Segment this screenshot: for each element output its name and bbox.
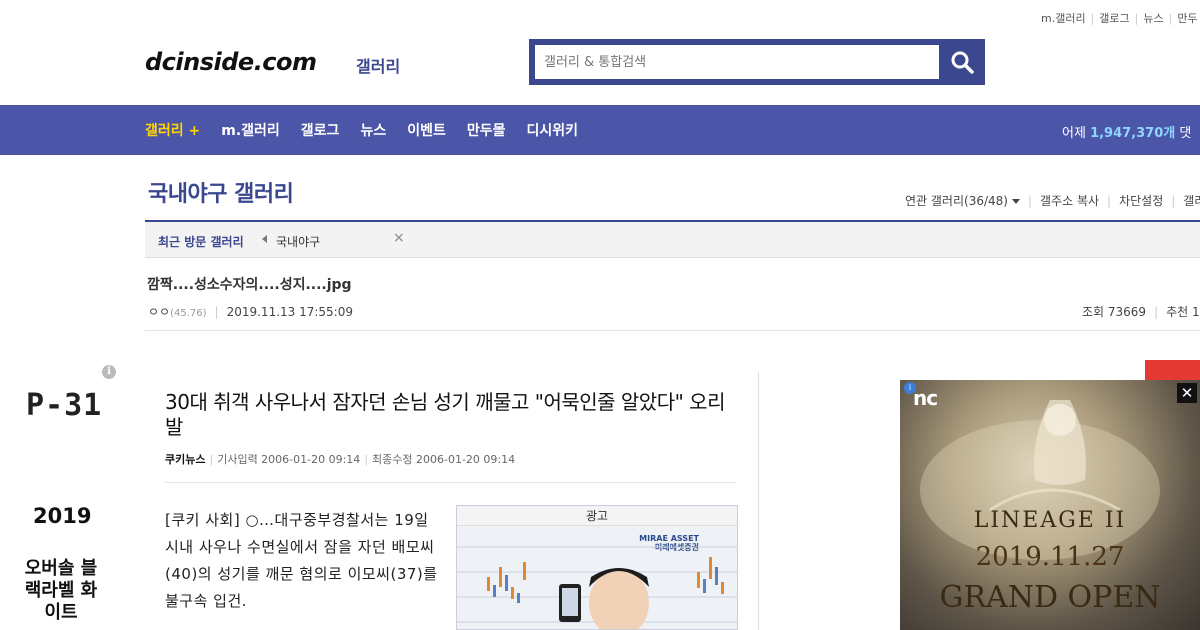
recent-visits-bar: 최근 방문 갤러리 국내야구 × [145, 222, 1200, 258]
divider: | [1154, 305, 1159, 319]
divider: | [1171, 194, 1176, 208]
stat-suffix: 댓 [1179, 126, 1192, 141]
left-ad-product-name[interactable]: 오버솔 블랙라벨 화이트 [22, 558, 100, 624]
article-headline: 30대 취객 사우나서 잠자던 손님 성기 깨물고 "어묵인줄 알았다" 오리발 [165, 390, 725, 439]
divider: | [1134, 12, 1139, 25]
divider: | [1107, 194, 1112, 208]
left-ad-year[interactable]: 2019 [33, 504, 91, 528]
inner-ad-label: 광고 [457, 506, 737, 526]
divider: | [1027, 194, 1033, 208]
search-button[interactable] [939, 39, 985, 85]
util-link-news[interactable]: 뉴스 [1143, 12, 1163, 25]
floating-tab[interactable] [1145, 360, 1200, 380]
related-gallery-dropdown[interactable]: 연관 갤러리(36/48) [905, 194, 1020, 208]
site-logo[interactable]: dcinside.com [145, 48, 317, 76]
nav-news[interactable]: 뉴스 [360, 120, 386, 140]
nc-logo: nc [913, 386, 938, 410]
utility-links: m.갤러리 | 갤로그 | 뉴스 | 만두 [1041, 10, 1198, 26]
post-content-image: 30대 취객 사우나서 잠자던 손님 성기 깨물고 "어묵인줄 알았다" 오리발… [145, 372, 759, 630]
nav-gallery[interactable]: 갤러리 + [145, 120, 200, 140]
post-author-ip: (45.76) [170, 308, 207, 319]
post-title: 깜짝....성소수자의....성지....jpg [147, 277, 352, 293]
close-icon[interactable]: ✕ [1177, 383, 1197, 403]
gallery-more-button[interactable]: 갤러 [1183, 194, 1200, 208]
global-nav: 갤러리 + m.갤러리 갤로그 뉴스 이벤트 만두몰 디시위키 어제 1,947… [0, 105, 1200, 155]
gallery-tools: 연관 갤러리(36/48) | 갤주소 복사 | 차단설정 | 갤러 [905, 192, 1200, 209]
article-edit-time: 최종수정 2006-01-20 09:14 [372, 453, 516, 466]
related-gallery-label: 연관 갤러리(36/48) [905, 194, 1008, 208]
divider: | [214, 305, 219, 319]
ad-date: 2019.11.27 [975, 542, 1125, 572]
search-box [529, 39, 985, 85]
divider: | [1168, 12, 1173, 25]
post-recommend: 추천 1 [1166, 305, 1200, 319]
util-link-gallog[interactable]: 갤로그 [1099, 12, 1129, 25]
post-datetime: 2019.11.13 17:55:09 [226, 305, 353, 319]
ad-game-title: LINEAGE II [973, 508, 1127, 533]
recent-visits-label: 최근 방문 갤러리 [158, 235, 244, 249]
search-input[interactable] [535, 45, 939, 79]
copy-address-button[interactable]: 갤주소 복사 [1040, 194, 1099, 208]
stat-label: 어제 [1062, 126, 1086, 141]
post-meta: ㅇㅇ(45.76) | 2019.11.13 17:55:09 [148, 303, 353, 320]
recent-visit-item[interactable]: 국내야구 [276, 233, 320, 250]
post-author[interactable]: ㅇㅇ [148, 305, 170, 319]
article-input-time: 기사입력 2006-01-20 09:14 [217, 453, 361, 466]
stock-chart-illustration [457, 546, 737, 629]
left-ad-model[interactable]: P-31 [26, 388, 102, 423]
stat-value: 1,947,370개 [1090, 126, 1176, 141]
caret-left-icon[interactable] [262, 235, 267, 243]
post-stats: 조회 73669 | 추천 1 [1082, 303, 1200, 320]
ad-cta: GRAND OPEN [939, 580, 1161, 615]
divider: | [209, 453, 214, 466]
util-link-mandu[interactable]: 만두 [1177, 12, 1197, 25]
divider: | [1090, 12, 1095, 25]
article-inner-ad: 광고 MIRAE ASSET 미래에셋증권 [456, 505, 738, 630]
post-header-divider [145, 330, 1200, 331]
article-divider [165, 482, 737, 483]
site-logo-sub[interactable]: 갤러리 [356, 53, 400, 77]
nav-gallog[interactable]: 갤로그 [301, 120, 340, 140]
daily-stat: 어제 1,947,370개 댓 [1062, 122, 1191, 141]
block-settings-button[interactable]: 차단설정 [1119, 194, 1163, 208]
article-source-logo: 쿠키뉴스 [165, 453, 206, 466]
util-link-mgallery[interactable]: m.갤러리 [1041, 12, 1086, 25]
info-icon[interactable]: i [102, 365, 116, 379]
nav-mandumall[interactable]: 만두몰 [467, 120, 506, 140]
chevron-down-icon [1011, 199, 1020, 204]
search-icon [951, 51, 974, 74]
nav-mgallery[interactable]: m.갤러리 [221, 120, 280, 140]
right-banner-ad[interactable]: i nc ✕ LINEAGE II 2019.11.27 GRAND OPEN [900, 380, 1200, 630]
gallery-title[interactable]: 국내야구 갤러리 [148, 176, 294, 208]
close-icon[interactable]: × [393, 230, 405, 246]
nav-event[interactable]: 이벤트 [407, 120, 446, 140]
nav-dcwiki[interactable]: 디시위키 [526, 120, 578, 140]
article-source-line: 쿠키뉴스 | 기사입력 2006-01-20 09:14 | 최종수정 2006-01-… [165, 451, 515, 467]
article-body: [쿠키 사회] ○…대구중부경찰서는 19일 시내 사우나 수면실에서 잠을 자… [165, 511, 438, 610]
divider: | [364, 453, 369, 466]
post-views: 조회 73669 [1082, 305, 1147, 319]
